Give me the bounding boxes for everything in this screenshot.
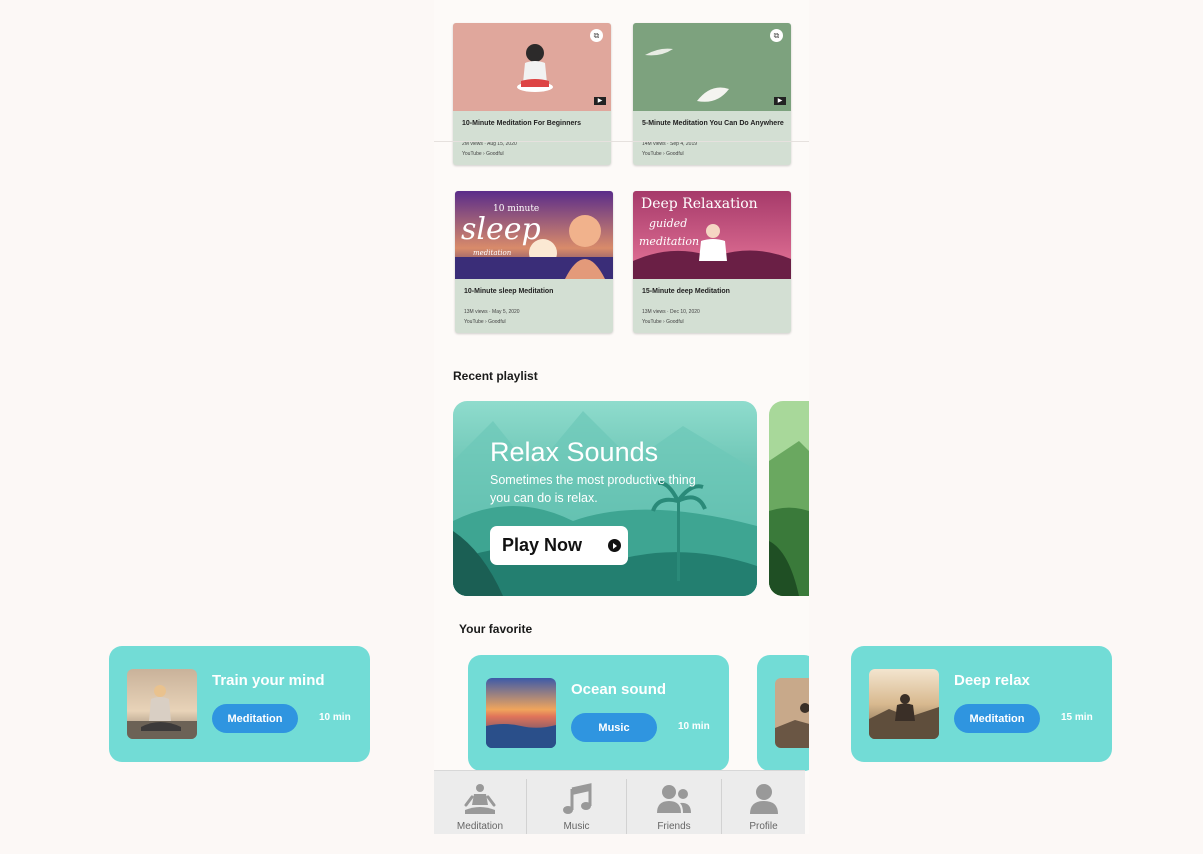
play-icon: ▶ bbox=[594, 97, 606, 105]
tab-label: Friends bbox=[657, 821, 691, 832]
playlist-card-next[interactable] bbox=[769, 401, 809, 596]
video-thumbnail: Deep Relaxation guided meditation bbox=[633, 191, 791, 279]
video-card[interactable]: ⧉ ▶ 5-Minute Meditation You Can Do Anywh… bbox=[633, 23, 791, 165]
favorite-card-train-mind[interactable]: Train your mind Meditation 10 min bbox=[109, 646, 370, 762]
thumb-text-main: guided bbox=[649, 217, 687, 230]
video-thumbnail bbox=[453, 23, 611, 111]
favorite-card-deep-relax[interactable]: Deep relax Meditation 15 min bbox=[851, 646, 1112, 762]
thumb-text-main: sleep bbox=[461, 212, 541, 247]
meditation-icon bbox=[464, 784, 496, 814]
play-now-label: Play Now bbox=[502, 535, 583, 555]
forest-background bbox=[769, 401, 809, 596]
video-views: 13M views · May 5, 2020 bbox=[464, 309, 520, 315]
video-channel: YouTube › Goodful bbox=[464, 319, 506, 325]
video-title: 10-Minute sleep Meditation bbox=[464, 288, 554, 295]
video-views: 13M views · Dec 10, 2020 bbox=[642, 309, 700, 315]
video-card[interactable]: 10 minute sleep meditation 10-Minute sle… bbox=[455, 191, 613, 333]
video-card[interactable]: ⧉ ▶ 10-Minute Meditation For Beginners 2… bbox=[453, 23, 611, 165]
tab-label: Meditation bbox=[456, 821, 504, 832]
woman-meditating-image bbox=[127, 669, 197, 739]
thumb-text-sub: meditation bbox=[639, 235, 699, 248]
duration-label: 15 min bbox=[1061, 712, 1093, 723]
ocean-sunset-image bbox=[486, 678, 556, 748]
tab-meditation[interactable]: Meditation bbox=[434, 771, 526, 834]
bottom-tab-bar: Meditation Music Friends Profile bbox=[434, 770, 805, 834]
video-channel: YouTube › Goodful bbox=[642, 151, 684, 157]
card-title: Ocean sound bbox=[571, 681, 667, 698]
video-card[interactable]: Deep Relaxation guided meditation 15-Min… bbox=[633, 191, 791, 333]
playlist-subtitle: Sometimes the most productive thing you … bbox=[490, 473, 696, 505]
thumb-text-top: Deep Relaxation bbox=[641, 196, 758, 212]
meditation-image bbox=[775, 678, 809, 748]
play-now-button[interactable]: Play Now bbox=[490, 526, 628, 565]
tab-music[interactable]: Music bbox=[527, 771, 626, 834]
play-circle-icon bbox=[608, 539, 622, 552]
meditation-tag-button[interactable]: Meditation bbox=[212, 704, 298, 733]
copy-icon: ⧉ bbox=[770, 29, 783, 42]
playlist-card-relax-sounds[interactable]: Relax Sounds Sometimes the most producti… bbox=[453, 401, 757, 596]
duration-label: 10 min bbox=[319, 712, 351, 723]
video-thumbnail: 10 minute sleep meditation bbox=[455, 191, 613, 279]
recent-playlist-heading: Recent playlist bbox=[453, 369, 538, 383]
video-title: 5-Minute Meditation You Can Do Anywhere bbox=[642, 120, 784, 127]
video-channel: YouTube › Goodful bbox=[642, 319, 684, 325]
playlist-title: Relax Sounds bbox=[490, 437, 659, 467]
phone-screen: ⧉ ▶ 10-Minute Meditation For Beginners 2… bbox=[434, 0, 809, 834]
music-note-icon bbox=[562, 783, 591, 814]
music-tag-button[interactable]: Music bbox=[571, 713, 657, 742]
meditation-tag-button[interactable]: Meditation bbox=[954, 704, 1040, 733]
card-title: Train your mind bbox=[212, 672, 325, 689]
video-channel: YouTube › Goodful bbox=[462, 151, 504, 157]
divider bbox=[434, 141, 809, 142]
favorite-card-ocean-sound[interactable]: Ocean sound Music 10 min bbox=[468, 655, 729, 771]
tab-profile[interactable]: Profile bbox=[722, 771, 805, 834]
tab-friends[interactable]: Friends bbox=[627, 771, 721, 834]
profile-icon bbox=[749, 784, 778, 814]
your-favorite-heading: Your favorite bbox=[459, 622, 533, 636]
video-title: 10-Minute Meditation For Beginners bbox=[462, 120, 582, 127]
friends-icon bbox=[657, 785, 691, 813]
favorite-card-partial[interactable] bbox=[757, 655, 809, 771]
copy-icon: ⧉ bbox=[590, 29, 603, 42]
duration-label: 10 min bbox=[678, 721, 710, 732]
thumb-text-sub: meditation bbox=[473, 249, 512, 257]
play-icon: ▶ bbox=[774, 97, 786, 105]
man-meditating-image bbox=[869, 669, 939, 739]
tab-label: Music bbox=[563, 821, 590, 832]
tab-label: Profile bbox=[749, 821, 778, 832]
video-title: 15-Minute deep Meditation bbox=[642, 288, 730, 295]
video-thumbnail bbox=[633, 23, 791, 111]
card-title: Deep relax bbox=[954, 672, 1030, 689]
